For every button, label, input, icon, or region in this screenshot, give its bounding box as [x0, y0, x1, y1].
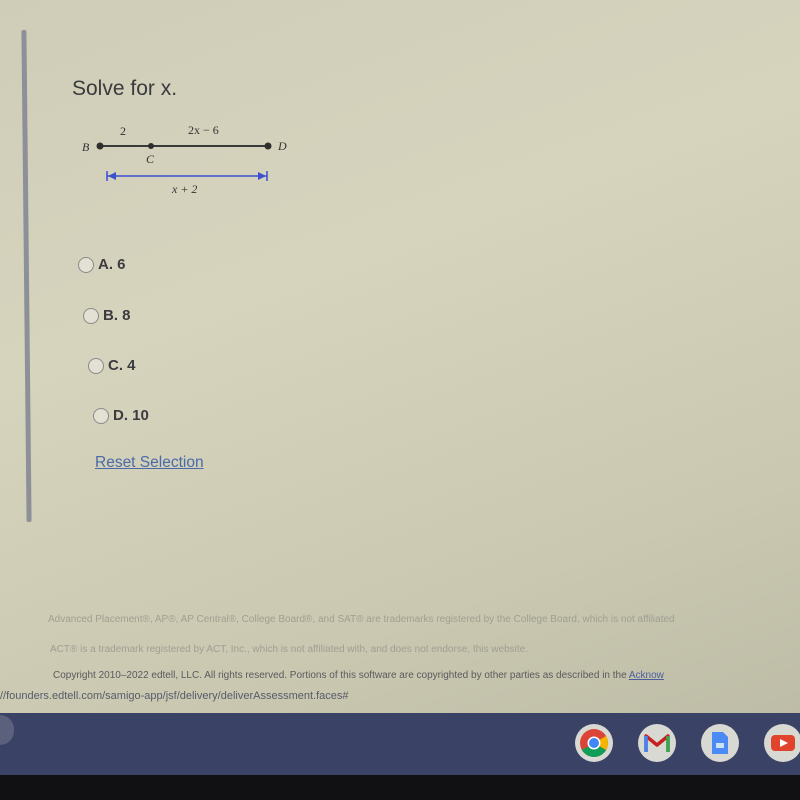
acknowledgements-link[interactable]: Acknow	[629, 670, 664, 681]
left-border-bar	[21, 29, 32, 523]
measure-arrow-left	[108, 172, 116, 180]
option-label: C. 4	[108, 357, 136, 374]
point-d	[264, 142, 272, 150]
measure-arrow-right	[258, 172, 266, 180]
docs-icon[interactable]	[701, 724, 739, 762]
question-prompt: Solve for x.	[72, 77, 178, 100]
radio-button[interactable]	[83, 307, 99, 324]
option-d[interactable]: D. 10	[93, 407, 149, 424]
gmail-icon[interactable]	[638, 724, 676, 762]
footer-copyright: Copyright 2010–2022 edtell, LLC. All rig…	[53, 670, 664, 681]
option-label: B. 8	[103, 307, 131, 324]
option-label: D. 10	[113, 407, 149, 424]
os-shelf	[0, 713, 800, 775]
option-b[interactable]: B. 8	[83, 307, 131, 324]
point-c	[148, 143, 154, 149]
option-c[interactable]: C. 4	[88, 357, 136, 374]
option-a[interactable]: A. 6	[78, 256, 126, 273]
segment-diagram: B C D 2 2x − 6 x + 2	[82, 123, 287, 196]
status-url: //founders.edtell.com/samigo-app/jsf/del…	[0, 690, 349, 702]
copyright-text: Copyright 2010–2022 edtell, LLC. All rig…	[53, 670, 627, 681]
radio-button[interactable]	[93, 407, 109, 424]
point-b	[96, 142, 104, 150]
label-bc: 2	[120, 124, 126, 138]
label-b: B	[82, 140, 90, 154]
reset-selection-link[interactable]: Reset Selection	[95, 454, 204, 472]
assessment-page: Solve for x. B C D 2 2x − 6 x + 2 A. 6 B…	[0, 0, 800, 705]
youtube-icon[interactable]	[764, 724, 800, 762]
option-label: A. 6	[98, 256, 126, 273]
running-indicator	[585, 757, 597, 759]
radio-button[interactable]	[78, 256, 94, 273]
label-c: C	[146, 152, 155, 166]
screen-bezel	[0, 775, 800, 800]
label-bd: x + 2	[171, 182, 197, 196]
label-d: D	[277, 139, 287, 153]
label-cd: 2x − 6	[188, 123, 219, 137]
footer-trademark-1: Advanced Placement®, AP®, AP Central®, C…	[48, 614, 675, 625]
footer-trademark-2: ACT® is a trademark registered by ACT, I…	[50, 644, 528, 655]
radio-button[interactable]	[88, 357, 104, 374]
